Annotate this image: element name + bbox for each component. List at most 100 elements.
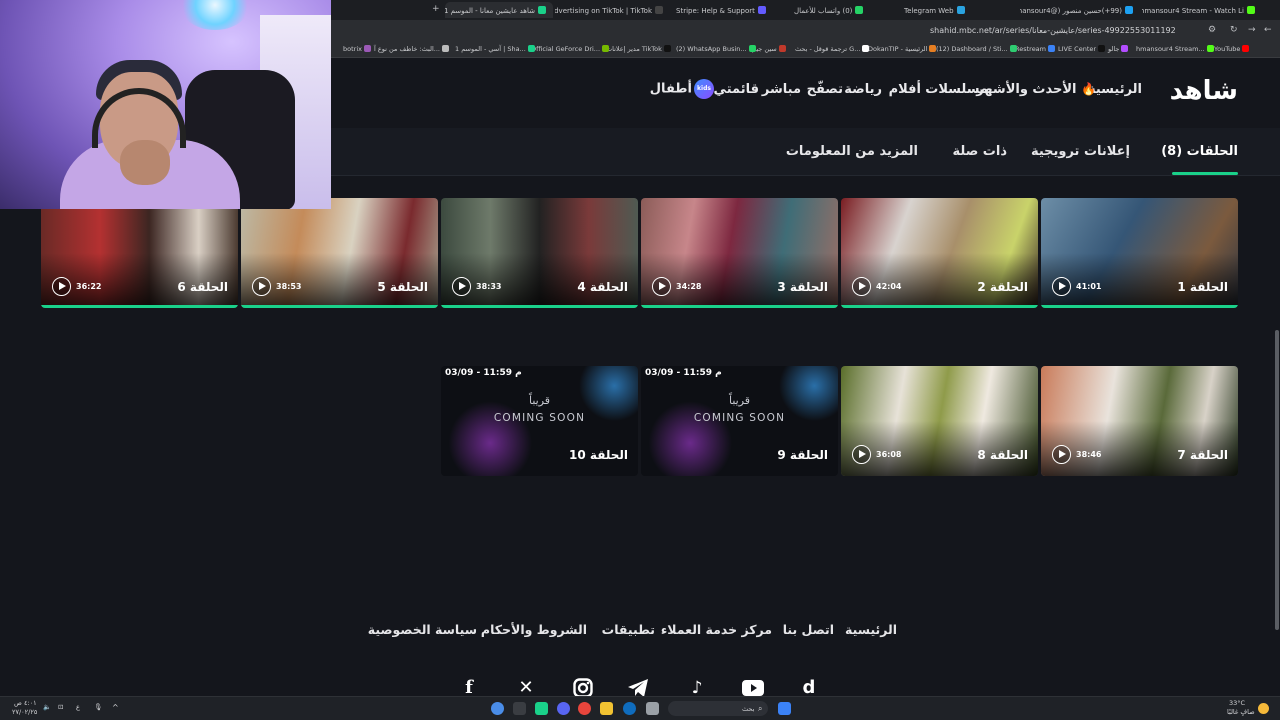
tab-more-info[interactable]: المزيد من المعلومات xyxy=(786,144,918,159)
footer-link-privacy[interactable]: سياسة الخصوصية xyxy=(368,622,477,637)
microphone-icon[interactable]: 🎙 xyxy=(94,703,102,711)
episode-card[interactable]: الحلقة 6 36:22 xyxy=(41,198,238,308)
site-settings-icon[interactable]: ⚙ xyxy=(1208,25,1216,35)
tab-episodes[interactable]: الحلقات (8) xyxy=(1161,144,1238,159)
browser-tab[interactable]: Advertising on TikTok | TikTok... xyxy=(555,2,670,18)
app-icon[interactable] xyxy=(535,702,548,715)
browser-tab-active[interactable]: شاهد عايشين معانا - الموسم 1 |... xyxy=(445,2,553,18)
bookmark[interactable]: ترجمة قوقل - بحث G... xyxy=(795,45,870,53)
play-icon[interactable] xyxy=(852,445,871,464)
bookmark[interactable]: LIVE Center xyxy=(1058,45,1106,53)
kick-icon xyxy=(1206,45,1214,52)
episode-card[interactable]: الحلقة 1 41:01 xyxy=(1041,198,1238,308)
episode-title: الحلقة 1 xyxy=(1177,280,1228,294)
browser-tab-label: (99+)حسين منصور (@hmansour4)... xyxy=(1020,7,1122,15)
taskbar-search[interactable]: بحث ⌕ xyxy=(668,701,768,716)
footer-link-terms[interactable]: الشروط والأحكام xyxy=(481,622,587,637)
play-icon[interactable] xyxy=(452,277,471,296)
episode-card[interactable]: الحلقة 7 38:46 xyxy=(1041,366,1238,476)
app-icon[interactable] xyxy=(491,702,504,715)
play-icon[interactable] xyxy=(852,277,871,296)
bookmark[interactable]: مدير إعلانات TikTok xyxy=(606,45,671,53)
episode-card[interactable]: الحلقة 4 38:33 xyxy=(441,198,638,308)
bookmark[interactable]: (2) WhatsApp Busin... xyxy=(676,45,756,53)
bookmark[interactable]: botrix xyxy=(343,45,371,53)
episode-card-coming-soon[interactable]: 03/09 - 11:59 م قريباً COMING SOON الحلق… xyxy=(641,366,838,476)
task-view-icon[interactable] xyxy=(646,702,659,715)
back-icon[interactable]: ← xyxy=(1264,25,1272,35)
nav-latest-label: الأحدث والأشهر xyxy=(976,82,1077,97)
bookmark[interactable]: Restream xyxy=(1015,45,1056,53)
bookmark-label: LIVE Center xyxy=(1058,45,1097,53)
bookmark[interactable]: سين جيم xyxy=(752,45,786,53)
app-icon[interactable] xyxy=(513,702,526,715)
bookmark[interactable]: (12) Dashboard / Sti... xyxy=(936,45,1017,53)
play-icon[interactable] xyxy=(1052,445,1071,464)
nav-latest[interactable]: الأحدث والأشهر 🔥 xyxy=(976,82,1096,97)
coming-soon-en: COMING SOON xyxy=(693,412,786,424)
weather-temp[interactable]: 33°C xyxy=(1229,699,1245,707)
browser-tab[interactable]: hmansour4 Stream - Watch Li... xyxy=(1142,2,1262,18)
footer-link-apps[interactable]: تطبيقات xyxy=(602,622,655,637)
bookmark-label: botrix xyxy=(343,45,362,53)
bookmark[interactable]: YouTube xyxy=(1214,45,1250,53)
volume-icon[interactable]: 🔈 xyxy=(43,703,51,711)
nav-home[interactable]: الرئيسية xyxy=(1088,82,1142,97)
file-explorer-icon[interactable] xyxy=(600,702,613,715)
episode-card-coming-soon[interactable]: 03/09 - 11:59 م قريباً COMING SOON الحلق… xyxy=(441,366,638,476)
chrome-icon[interactable] xyxy=(578,702,591,715)
footer-link-home[interactable]: الرئيسية xyxy=(845,622,897,637)
footer-link-contact[interactable]: اتصل بنا xyxy=(783,622,834,637)
bookmark[interactable]: آسي - الموسم 1 | Sha... xyxy=(455,45,535,53)
play-icon[interactable] xyxy=(1052,277,1071,296)
episode-card[interactable]: الحلقة 3 34:28 xyxy=(641,198,838,308)
page-scrollbar[interactable] xyxy=(1275,330,1279,630)
browser-tab[interactable]: Stripe: Help & Support xyxy=(672,2,788,18)
url-field[interactable]: shahid.mbc.net/ar/series/عايشين-معانا/se… xyxy=(930,26,1176,35)
wifi-icon[interactable]: ⊡ xyxy=(58,703,63,711)
edge-icon[interactable] xyxy=(623,702,636,715)
play-icon[interactable] xyxy=(652,277,671,296)
bookmark[interactable]: DokanTIP - الرئيسية xyxy=(868,45,937,53)
tab-trailers[interactable]: إعلانات ترويجية xyxy=(1031,144,1130,159)
bookmark[interactable]: البث: خاطف من نوع آ... xyxy=(374,45,449,53)
footer-link-support[interactable]: مركز خدمة العملاء xyxy=(661,622,772,637)
bookmark[interactable]: جالو xyxy=(1108,45,1129,53)
search-placeholder: بحث xyxy=(742,705,755,713)
episode-card[interactable]: الحلقة 8 36:08 xyxy=(841,366,1038,476)
shahid-logo[interactable]: شاهد xyxy=(1170,76,1239,106)
nav-series[interactable]: مسلسلات xyxy=(925,82,988,97)
episode-duration: 42:04 xyxy=(876,282,902,291)
episode-duration: 36:22 xyxy=(76,282,102,291)
play-icon[interactable] xyxy=(252,277,271,296)
browser-tab[interactable]: (99+)حسين منصور (@hmansour4)... xyxy=(1020,2,1140,18)
browser-tab-label: Telegram Web xyxy=(904,7,954,15)
language-indicator[interactable]: ع xyxy=(76,703,80,711)
episode-card[interactable]: الحلقة 5 38:53 xyxy=(241,198,438,308)
clock-time[interactable]: ٤:٠١ ص xyxy=(14,699,37,707)
discord-icon[interactable] xyxy=(557,702,570,715)
bookmark-label: YouTube xyxy=(1214,45,1241,53)
nav-movies[interactable]: أفلام xyxy=(889,82,921,97)
bookmark-label: ترجمة قوقل - بحث G... xyxy=(795,45,861,53)
browser-tab[interactable]: Telegram Web xyxy=(900,2,1018,18)
forward-icon[interactable]: → xyxy=(1248,25,1256,35)
clock-date[interactable]: ٢٧/٠٢/٢٥ xyxy=(12,708,37,716)
reload-icon[interactable]: ↻ xyxy=(1230,25,1238,35)
bookmark[interactable]: hmansour4 Stream... xyxy=(1136,45,1214,53)
start-button-icon[interactable] xyxy=(778,702,791,715)
nav-sports[interactable]: رياضة xyxy=(844,82,882,97)
episode-card[interactable]: الحلقة 2 42:04 xyxy=(841,198,1038,308)
bookmark[interactable]: Official GeForce Dri... xyxy=(531,45,610,53)
nav-live[interactable]: مباشر xyxy=(762,82,801,97)
new-tab-icon[interactable]: + xyxy=(432,4,440,14)
tab-related[interactable]: ذات صلة xyxy=(953,144,1007,159)
episode-duration: 36:08 xyxy=(876,450,902,459)
nav-my-list[interactable]: قائمتي xyxy=(714,82,759,97)
browser-tab[interactable]: (0) واتساب للأعمال xyxy=(790,2,898,18)
chevron-up-icon[interactable]: ^ xyxy=(112,703,119,712)
nav-kids[interactable]: أطفال kids xyxy=(650,79,714,99)
nav-browse[interactable]: تصفّح xyxy=(807,82,843,97)
bookmark-icon xyxy=(929,45,937,52)
play-icon[interactable] xyxy=(52,277,71,296)
